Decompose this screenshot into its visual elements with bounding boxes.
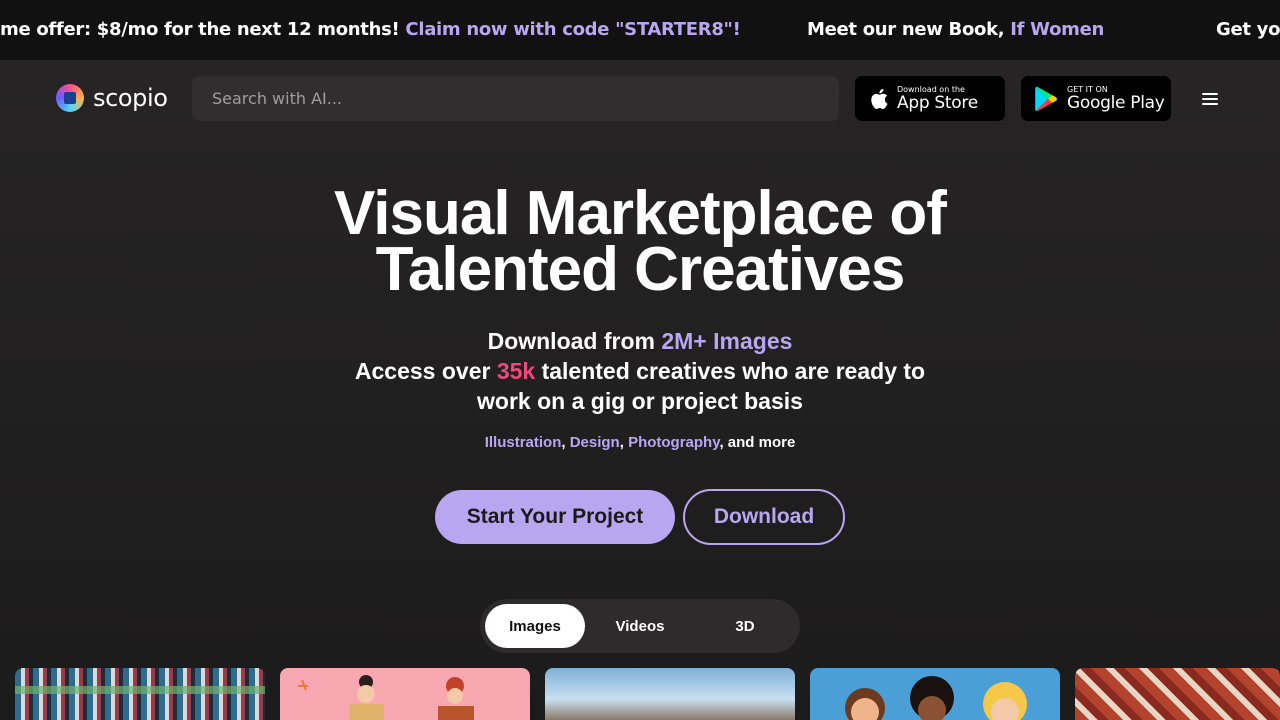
google-play-button[interactable]: GET IT ON Google Play xyxy=(1021,76,1171,121)
category-link-illustration[interactable]: Illustration xyxy=(485,434,562,451)
illustration-art xyxy=(298,675,474,720)
google-play-big-text: Google Play xyxy=(1067,92,1165,113)
creatives-count-highlight: 35k xyxy=(496,358,536,384)
ticker-claim-link[interactable]: Claim now with code "STARTER8"! xyxy=(405,19,740,40)
hero-subheadline: Download from 2M+ Images Access over 35k… xyxy=(290,326,990,416)
category-links: Illustration, Design, Photography, and m… xyxy=(484,434,796,451)
gallery-thumbnail[interactable] xyxy=(15,668,265,720)
download-button[interactable]: Download xyxy=(683,489,845,545)
category-link-design[interactable]: Design xyxy=(570,434,620,451)
tab-3d[interactable]: 3D xyxy=(695,604,795,648)
headline-line-2: Talented Creatives xyxy=(375,235,906,304)
sub-line-1-prefix: Download from xyxy=(487,328,662,354)
gallery-thumbnail[interactable] xyxy=(1075,668,1280,720)
images-count-highlight: 2M+ Images xyxy=(661,328,793,354)
google-play-icon xyxy=(1035,86,1057,111)
app-store-big-text: App Store xyxy=(897,92,978,113)
sub-line-3: work on a gig or project basis xyxy=(477,388,803,414)
google-play-label: GET IT ON Google Play xyxy=(1067,85,1165,113)
hero-headline: Visual Marketplace of Talented Creatives xyxy=(240,183,1040,301)
sub-line-2-suffix: talented creatives who are ready to xyxy=(535,358,926,384)
gallery-thumbnail[interactable] xyxy=(810,668,1060,720)
gallery-thumbnail[interactable] xyxy=(545,668,795,720)
navbar: scopio Download on the App Store GET IT … xyxy=(0,60,1280,140)
ticker-segment: me offer: $8/mo for the next 12 months! … xyxy=(0,19,741,40)
gallery-thumbnail[interactable] xyxy=(280,668,530,720)
ticker-text: me offer: $8/mo for the next 12 months! xyxy=(0,19,406,40)
apple-icon xyxy=(871,88,888,109)
tab-images[interactable]: Images xyxy=(485,604,585,648)
sub-line-2-prefix: Access over xyxy=(354,358,497,384)
app-store-button[interactable]: Download on the App Store xyxy=(855,76,1005,121)
app-store-label: Download on the App Store xyxy=(897,85,978,113)
categories-suffix: , and more xyxy=(719,434,796,451)
search-input[interactable] xyxy=(192,76,839,121)
sub-line-2: Access over 35k talented creatives who a… xyxy=(290,356,990,386)
logo[interactable]: scopio xyxy=(56,84,168,112)
ticker-segment: Meet our new Book, If Women xyxy=(807,19,1104,40)
ticker-book-link[interactable]: If Women xyxy=(1010,19,1104,40)
promo-ticker: me offer: $8/mo for the next 12 months! … xyxy=(0,0,1280,60)
start-project-button[interactable]: Start Your Project xyxy=(435,490,675,544)
ticker-text: Meet our new Book, xyxy=(807,19,1011,40)
tab-videos[interactable]: Videos xyxy=(590,604,690,648)
illustration-art xyxy=(845,676,1027,720)
category-link-photography[interactable]: Photography xyxy=(628,434,719,451)
ticker-text: Get you xyxy=(1216,19,1280,40)
logo-text: scopio xyxy=(93,84,168,112)
logo-mark-icon xyxy=(56,84,84,112)
hamburger-menu-icon[interactable] xyxy=(1202,93,1218,105)
sub-line-1: Download from 2M+ Images xyxy=(290,326,990,356)
media-type-tabs: Images Videos 3D xyxy=(480,599,800,653)
ticker-segment: Get you xyxy=(1216,19,1280,40)
